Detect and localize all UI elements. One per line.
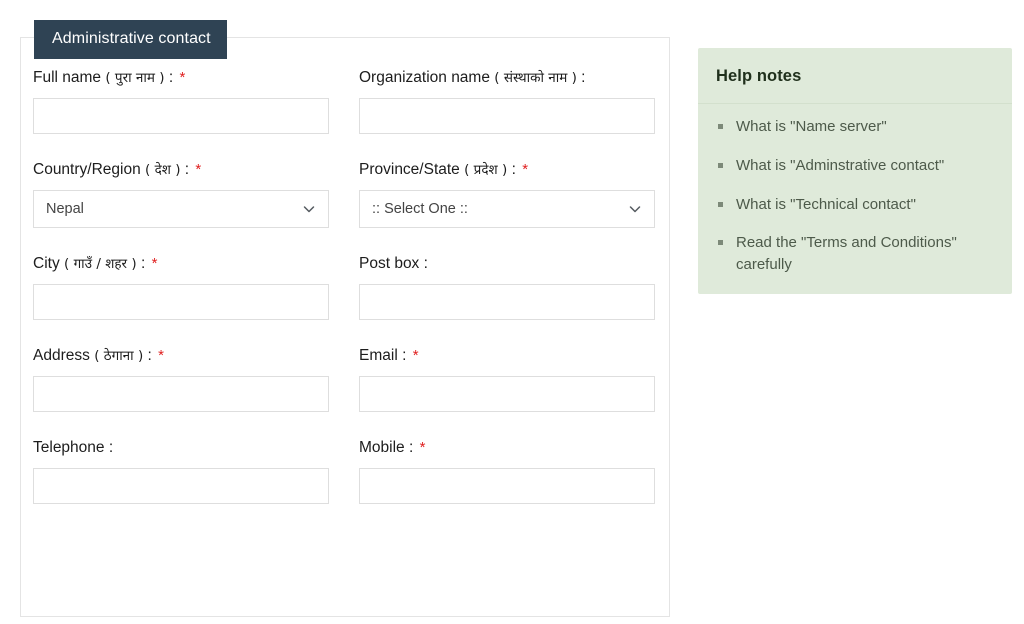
post-box-input[interactable]	[359, 283, 655, 320]
field-country-region: Country/Region ( देश ) : * Nepal	[33, 160, 329, 228]
province-state-select[interactable]: :: Select One ::	[359, 189, 655, 228]
required-marker: *	[412, 346, 419, 364]
field-label-country-region: Country/Region ( देश ) : *	[33, 160, 329, 181]
required-marker: *	[179, 69, 186, 86]
country-region-select[interactable]: Nepal	[33, 189, 329, 228]
help-note-text: What is "Name server"	[736, 118, 887, 135]
label-colon: :	[581, 69, 586, 86]
field-label-city: City ( गाउँ / शहर ) : *	[33, 254, 329, 275]
chevron-down-icon	[628, 202, 642, 216]
page-root: Administrative contact Full name ( पुरा …	[0, 0, 1024, 624]
field-mobile: Mobile : *	[359, 438, 655, 504]
label-text-en: Address	[33, 346, 90, 364]
required-marker: *	[522, 160, 529, 178]
label-text-en: Post box	[359, 254, 420, 272]
label-text-np: ( गाउँ / शहर )	[64, 255, 137, 272]
help-note-item[interactable]: Read the "Terms and Conditions" carefull…	[718, 232, 994, 276]
help-note-text: What is "Adminstrative contact"	[736, 156, 945, 174]
help-note-item[interactable]: What is "Name server"	[718, 116, 994, 138]
required-marker: *	[151, 254, 158, 272]
field-label-full-name: Full name ( पुरा नाम ) : *	[33, 68, 329, 89]
help-note-item[interactable]: What is "Technical contact"	[718, 194, 994, 216]
label-colon: :	[511, 160, 516, 178]
label-colon: :	[108, 438, 114, 456]
required-marker: *	[158, 346, 165, 364]
administrative-contact-panel: Administrative contact Full name ( पुरा …	[20, 20, 671, 617]
telephone-input[interactable]	[33, 467, 329, 504]
label-text-en: Full name	[33, 69, 102, 86]
full-name-input[interactable]	[33, 97, 329, 134]
city-input[interactable]	[33, 283, 329, 320]
field-email: Email : *	[359, 346, 655, 412]
field-label-mobile: Mobile : *	[359, 438, 655, 459]
email-input[interactable]	[359, 375, 655, 412]
field-province-state: Province/State ( प्रदेश ) : * :: Select …	[359, 160, 655, 228]
field-post-box: Post box :	[359, 254, 655, 320]
field-telephone: Telephone :	[33, 438, 329, 504]
country-region-selected-value: Nepal	[46, 200, 84, 217]
form-row: Telephone : Mobile : *	[21, 438, 671, 504]
help-notes-panel: Help notes What is "Name server" What is…	[698, 48, 1012, 294]
label-text-np: ( संस्थाको नाम )	[494, 70, 577, 86]
label-colon: :	[408, 438, 414, 456]
form-row: City ( गाउँ / शहर ) : * Post box :	[21, 254, 671, 320]
label-colon: :	[140, 254, 146, 272]
bullet-icon	[718, 162, 723, 168]
address-input[interactable]	[33, 375, 329, 412]
field-label-telephone: Telephone :	[33, 438, 329, 459]
label-text-en: City	[33, 254, 60, 272]
field-city: City ( गाउँ / शहर ) : *	[33, 254, 329, 320]
form-row: Address ( ठेगाना ) : * Email : *	[21, 346, 671, 412]
label-text-en: Country/Region	[33, 160, 141, 178]
form-body: Full name ( पुरा नाम ) : * Organization …	[21, 68, 671, 530]
label-text-en: Mobile	[359, 438, 405, 456]
chevron-down-icon	[302, 202, 316, 216]
field-full-name: Full name ( पुरा नाम ) : *	[33, 68, 329, 134]
panel-tab-title: Administrative contact	[34, 20, 227, 59]
field-label-province-state: Province/State ( प्रदेश ) : *	[359, 160, 655, 181]
label-text-en: Organization name	[359, 69, 490, 86]
help-notes-title: Help notes	[698, 48, 1012, 104]
help-note-text: Read the "Terms and Conditions" carefull…	[736, 234, 957, 273]
help-notes-list: What is "Name server" What is "Adminstra…	[698, 104, 1012, 276]
label-text-np: ( देश )	[145, 161, 181, 178]
field-organization-name: Organization name ( संस्थाको नाम ) :	[359, 68, 655, 134]
label-text-np: ( ठेगाना )	[94, 347, 144, 364]
label-colon: :	[184, 160, 190, 178]
select-box[interactable]: :: Select One ::	[359, 189, 655, 228]
mobile-input[interactable]	[359, 467, 655, 504]
province-state-selected-value: :: Select One ::	[372, 200, 468, 217]
required-marker: *	[419, 438, 426, 456]
help-note-item[interactable]: What is "Adminstrative contact"	[718, 155, 994, 177]
label-colon: :	[168, 69, 174, 86]
field-label-email: Email : *	[359, 346, 655, 367]
field-label-post-box: Post box :	[359, 254, 655, 275]
help-note-text: What is "Technical contact"	[736, 195, 916, 213]
bullet-icon	[718, 124, 723, 129]
label-text-np: ( प्रदेश )	[464, 161, 508, 178]
field-address: Address ( ठेगाना ) : *	[33, 346, 329, 412]
organization-name-input[interactable]	[359, 97, 655, 134]
label-text-en: Email	[359, 346, 398, 364]
label-text-en: Province/State	[359, 160, 460, 178]
field-label-address: Address ( ठेगाना ) : *	[33, 346, 329, 367]
field-label-organization-name: Organization name ( संस्थाको नाम ) :	[359, 68, 655, 89]
required-marker: *	[195, 160, 202, 178]
bullet-icon	[718, 201, 723, 207]
label-colon: :	[423, 254, 428, 272]
label-text-np: ( पुरा नाम )	[105, 70, 165, 86]
label-colon: :	[402, 346, 407, 364]
bullet-icon	[718, 240, 723, 246]
form-row: Country/Region ( देश ) : * Nepal Provinc…	[21, 160, 671, 228]
form-row: Full name ( पुरा नाम ) : * Organization …	[21, 68, 671, 134]
select-box[interactable]: Nepal	[33, 189, 329, 228]
label-text-en: Telephone	[33, 438, 105, 456]
label-colon: :	[147, 346, 152, 364]
